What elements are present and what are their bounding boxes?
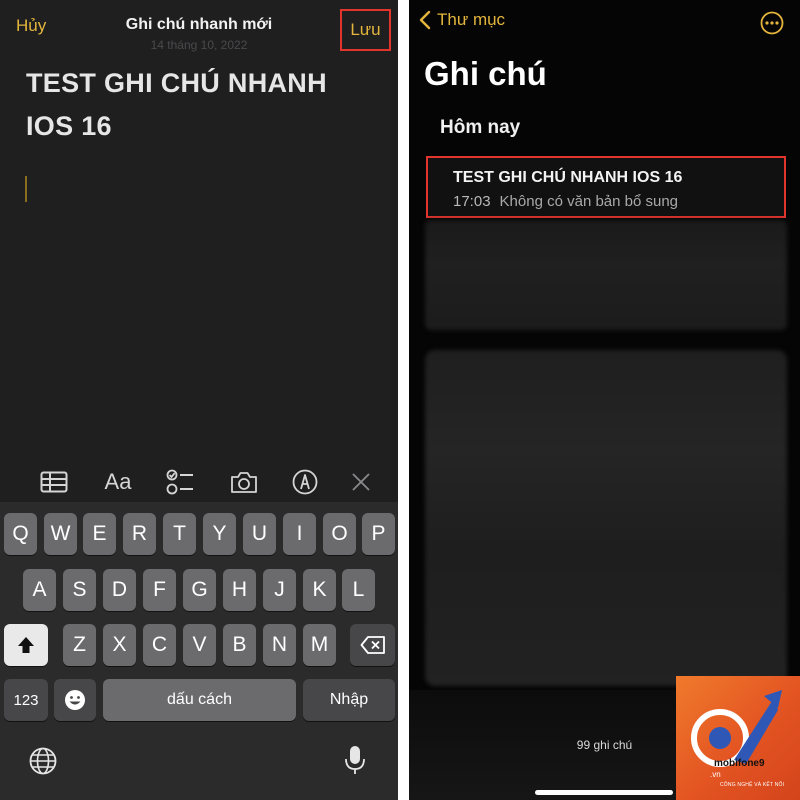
blurred-notes-group — [425, 220, 787, 330]
key-k[interactable]: K — [303, 569, 336, 611]
key-b[interactable]: B — [223, 624, 256, 666]
return-key[interactable]: Nhập — [303, 679, 395, 721]
section-header-today: Hôm nay — [440, 117, 521, 138]
folders-back-label: Thư mục — [437, 10, 506, 29]
key-v[interactable]: V — [183, 624, 216, 666]
checklist-icon[interactable] — [165, 468, 195, 496]
emoji-icon — [65, 690, 85, 710]
key-u[interactable]: U — [243, 513, 276, 555]
note-item-preview: Không có văn bản bổ sung — [499, 193, 679, 210]
format-toolbar: Aa — [0, 462, 398, 502]
quick-note-panel: Hủy Ghi chú nhanh mới 14 tháng 10, 2022 … — [0, 0, 398, 800]
key-f[interactable]: F — [143, 569, 176, 611]
table-icon[interactable] — [38, 468, 70, 496]
note-item-time: 17:03 — [453, 193, 491, 210]
editor-date: 14 tháng 10, 2022 — [150, 38, 248, 52]
mobifone9-logo: mobifone9 .vn CÔNG NGHỆ VÀ KẾT NỐI — [676, 676, 800, 800]
globe-icon[interactable] — [28, 746, 58, 781]
microphone-icon[interactable] — [343, 744, 367, 781]
key-w[interactable]: W — [44, 513, 77, 555]
logo-tagline: CÔNG NGHỆ VÀ KẾT NỐI — [720, 782, 785, 788]
delete-key[interactable] — [350, 624, 395, 666]
key-h[interactable]: H — [223, 569, 256, 611]
key-t[interactable]: T — [163, 513, 196, 555]
key-p[interactable]: P — [362, 513, 395, 555]
key-d[interactable]: D — [103, 569, 136, 611]
camera-icon[interactable] — [228, 468, 260, 496]
key-l[interactable]: L — [342, 569, 375, 611]
key-j[interactable]: J — [263, 569, 296, 611]
logo-tld: .vn — [710, 770, 721, 779]
key-n[interactable]: N — [263, 624, 296, 666]
note-list-item[interactable]: TEST GHI CHÚ NHANH IOS 16 17:03 Không có … — [426, 156, 786, 218]
key-y[interactable]: Y — [203, 513, 236, 555]
folders-back-button[interactable]: Thư mục — [419, 10, 505, 30]
logo-brand: mobifone9 — [714, 758, 765, 769]
home-indicator — [535, 790, 673, 795]
key-s[interactable]: S — [63, 569, 96, 611]
save-button[interactable]: Lưu — [340, 9, 391, 51]
key-c[interactable]: C — [143, 624, 176, 666]
key-m[interactable]: M — [303, 624, 336, 666]
key-z[interactable]: Z — [63, 624, 96, 666]
backspace-icon — [360, 636, 385, 654]
key-o[interactable]: O — [323, 513, 356, 555]
key-r[interactable]: R — [123, 513, 156, 555]
editor-title: Ghi chú nhanh mới — [125, 16, 273, 33]
space-key[interactable]: dấu cách — [103, 679, 296, 721]
key-e[interactable]: E — [83, 513, 116, 555]
close-icon[interactable] — [348, 468, 374, 496]
markup-icon[interactable] — [290, 468, 320, 496]
notes-title: Ghi chú — [424, 55, 547, 92]
emoji-key[interactable] — [54, 679, 96, 721]
blurred-notes-group-2 — [425, 350, 787, 686]
note-title-text[interactable]: TEST GHI CHÚ NHANH IOS 16 — [26, 62, 366, 148]
more-options-icon[interactable] — [760, 11, 784, 35]
chevron-left-icon — [419, 10, 431, 30]
key-x[interactable]: X — [103, 624, 136, 666]
note-item-meta: 17:03 Không có văn bản bổ sung — [453, 193, 678, 210]
key-g[interactable]: G — [183, 569, 216, 611]
text-format-icon[interactable]: Aa — [100, 468, 136, 496]
key-i[interactable]: I — [283, 513, 316, 555]
keyboard: Q W E R T Y U I O P A S D F G H J K L Z … — [0, 502, 398, 800]
key-a[interactable]: A — [23, 569, 56, 611]
shift-icon — [18, 637, 34, 653]
text-cursor — [25, 176, 27, 202]
note-item-title: TEST GHI CHÚ NHANH IOS 16 — [453, 169, 683, 186]
shift-key[interactable] — [4, 624, 48, 666]
numbers-key[interactable]: 123 — [4, 679, 48, 721]
key-q[interactable]: Q — [4, 513, 37, 555]
